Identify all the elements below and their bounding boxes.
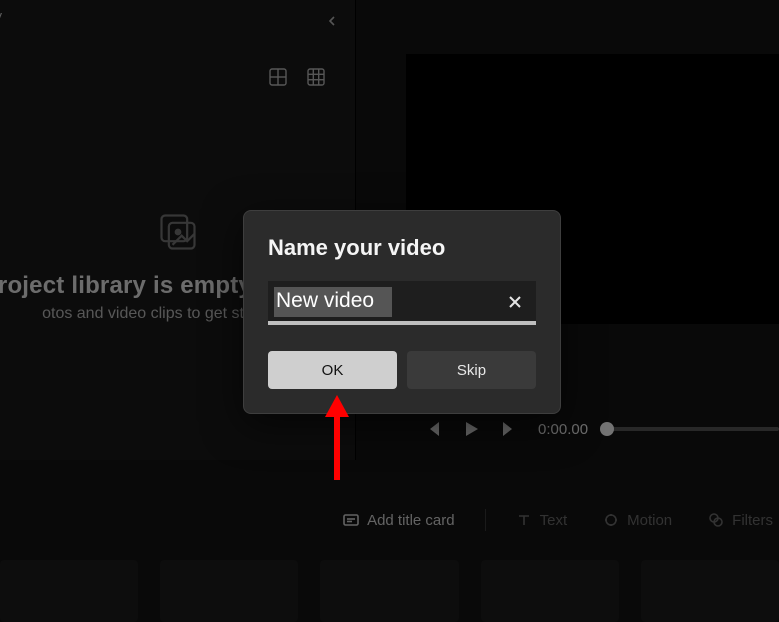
ok-button[interactable]: OK: [268, 351, 397, 389]
text-icon: [516, 512, 532, 528]
library-panel-title: ary: [0, 8, 2, 23]
toolbar-separator: [485, 509, 486, 531]
skip-button-label: Skip: [457, 362, 486, 379]
ok-button-label: OK: [322, 362, 344, 379]
storyboard-slot[interactable]: [0, 560, 138, 622]
storyboard-slot[interactable]: [160, 560, 298, 622]
play-button[interactable]: [454, 412, 488, 446]
grid-2x2-icon: [269, 68, 287, 86]
playhead-slider[interactable]: [602, 427, 779, 431]
play-icon: [462, 420, 480, 438]
prev-frame-button[interactable]: [416, 412, 450, 446]
filters-icon: [708, 512, 724, 528]
filters-button[interactable]: Filters: [702, 508, 779, 533]
skip-forward-icon: [500, 420, 518, 438]
add-title-card-label: Add title card: [367, 512, 455, 529]
add-title-card-button[interactable]: Add title card: [337, 508, 461, 533]
video-name-input[interactable]: [268, 281, 536, 323]
view-small-grid-button[interactable]: [307, 68, 325, 86]
clip-toolbar: Add title card Text Motion Filters: [0, 500, 779, 540]
chevron-left-icon: [327, 16, 337, 26]
text-button[interactable]: Text: [510, 508, 574, 533]
text-label: Text: [540, 512, 568, 529]
storyboard-strip: [0, 560, 779, 622]
skip-button[interactable]: Skip: [407, 351, 536, 389]
title-card-icon: [343, 512, 359, 528]
motion-icon: [603, 512, 619, 528]
clear-input-button[interactable]: [500, 287, 530, 317]
storyboard-slot[interactable]: [320, 560, 458, 622]
filters-label: Filters: [732, 512, 773, 529]
grid-3x3-icon: [307, 68, 325, 86]
close-icon: [508, 295, 522, 309]
playhead-thumb[interactable]: [600, 422, 614, 436]
motion-label: Motion: [627, 512, 672, 529]
name-video-dialog: Name your video OK Skip: [243, 210, 561, 414]
skip-back-icon: [424, 420, 442, 438]
playhead-time: 0:00.00: [538, 421, 588, 438]
next-frame-button[interactable]: [492, 412, 526, 446]
storyboard-slot[interactable]: [481, 560, 619, 622]
image-stack-icon: [156, 210, 200, 254]
view-large-grid-button[interactable]: [269, 68, 287, 86]
storyboard-slot[interactable]: [641, 560, 779, 622]
dialog-title: Name your video: [268, 235, 536, 261]
collapse-panel-button[interactable]: [321, 10, 343, 32]
motion-button[interactable]: Motion: [597, 508, 678, 533]
